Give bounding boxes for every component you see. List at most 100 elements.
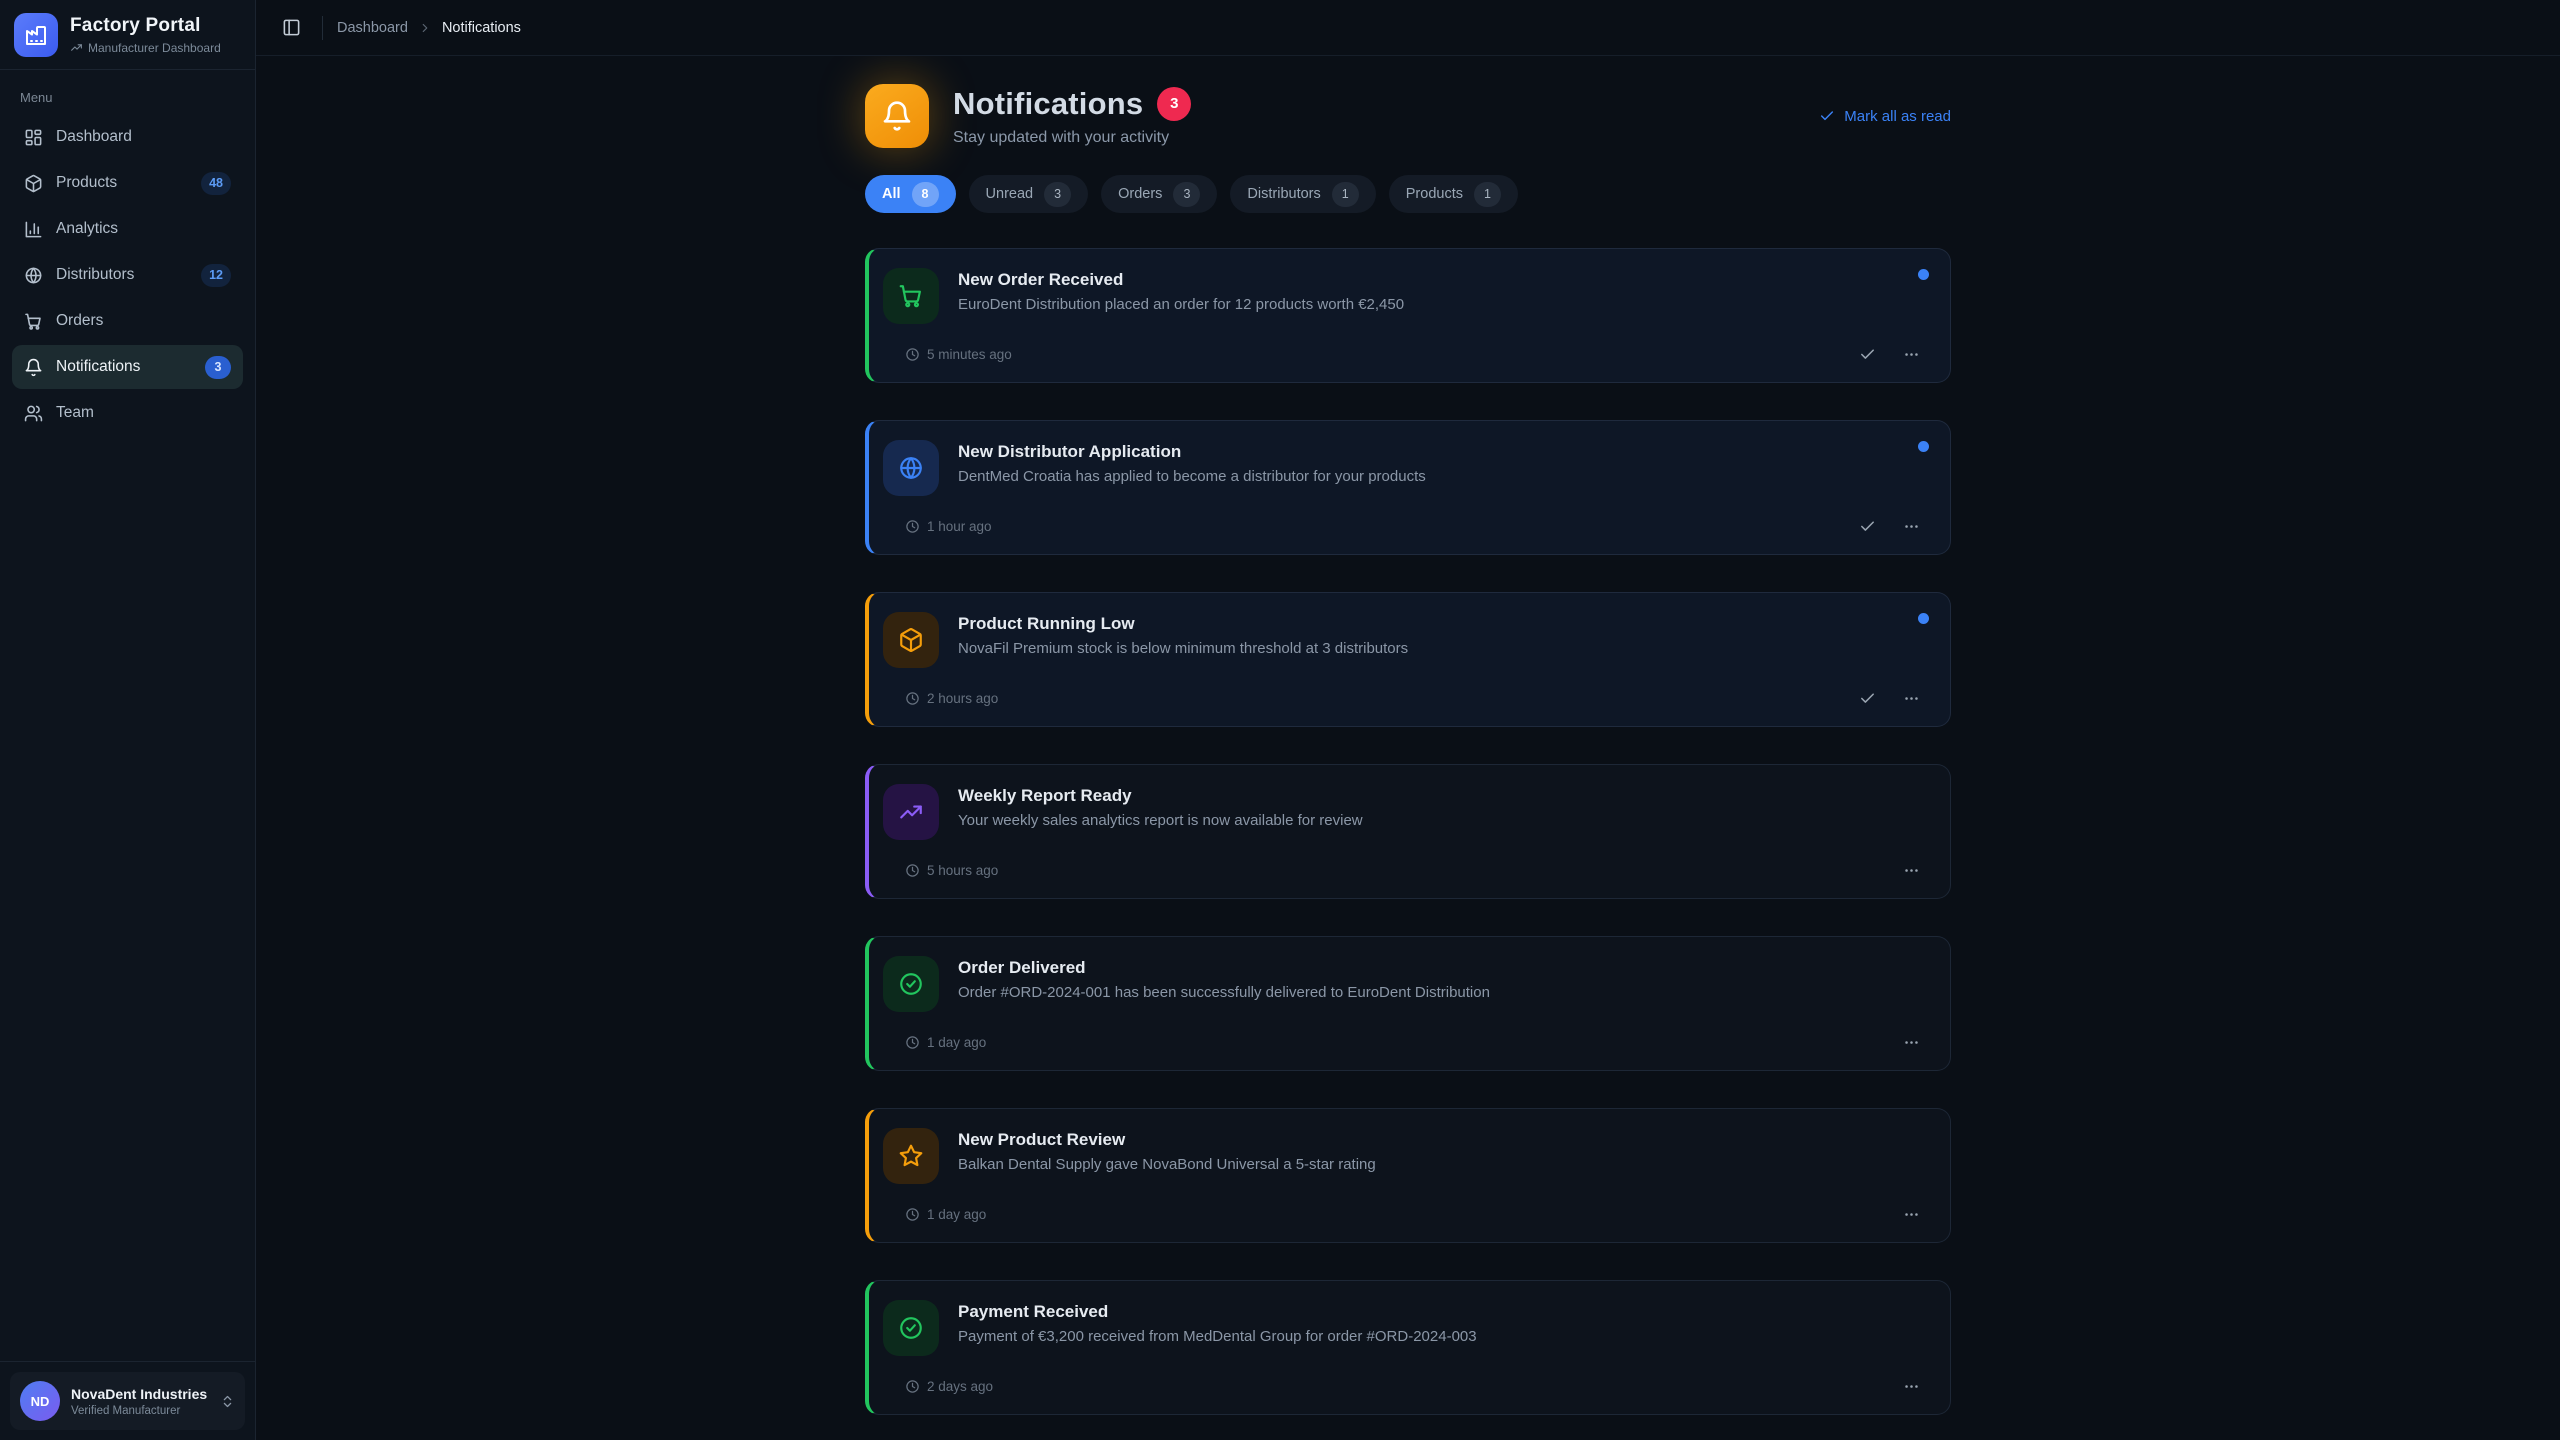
mark-all-read-button[interactable]: Mark all as read [1819,108,1951,125]
trend-icon [70,41,83,54]
unread-dot [1918,613,1929,624]
user-name: NovaDent Industries [71,1386,207,1402]
main-area: Dashboard Notifications Notifications 3 [256,0,2560,1440]
clock-icon [905,1035,920,1050]
notification-texts: New Distributor Application DentMed Croa… [958,440,1426,496]
team-icon [24,404,43,423]
sidebar-item-orders[interactable]: Orders [12,299,243,343]
notification-icon-tile [883,1128,939,1184]
more-options-button[interactable] [1896,513,1926,539]
clock-icon [905,519,920,534]
unread-count-badge: 3 [1157,87,1191,121]
sidebar-toggle-button[interactable] [274,11,308,45]
factory-logo-icon [14,13,58,57]
notification-texts: Product Running Low NovaFil Premium stoc… [958,612,1408,668]
notification-description: Order #ORD-2024-001 has been successfull… [958,984,1490,1001]
content-area: Notifications 3 Stay updated with your a… [256,56,2560,1440]
sidebar-item-label: Team [56,404,94,422]
notification-texts: New Product Review Balkan Dental Supply … [958,1128,1376,1184]
notification-timestamp: 1 hour ago [905,519,992,534]
sidebar-footer: ND NovaDent Industries Verified Manufact… [0,1361,255,1440]
menu-group-label: Menu [12,78,243,115]
sidebar-item-label: Dashboard [56,128,132,146]
filter-tab-unread[interactable]: Unread 3 [969,175,1089,213]
sidebar-item-badge: 3 [205,356,231,379]
filter-tab-label: Products [1406,186,1463,202]
notification-icon-tile [883,784,939,840]
page-title: Notifications [953,86,1143,122]
sidebar-item-label: Analytics [56,220,118,238]
notification-card[interactable]: New Product Review Balkan Dental Supply … [865,1108,1951,1243]
notification-actions [1852,685,1926,711]
notification-description: Balkan Dental Supply gave NovaBond Unive… [958,1156,1376,1173]
notification-title: Weekly Report Ready [958,784,1363,806]
notification-actions [1896,1373,1926,1399]
topbar: Dashboard Notifications [256,0,2560,56]
user-menu-button[interactable]: ND NovaDent Industries Verified Manufact… [10,1372,245,1430]
notification-timestamp: 2 days ago [905,1379,993,1394]
notification-card[interactable]: New Distributor Application DentMed Croa… [865,420,1951,555]
sidebar-item-dashboard[interactable]: Dashboard [12,115,243,159]
more-options-button[interactable] [1896,341,1926,367]
notification-timestamp: 1 day ago [905,1207,986,1222]
filter-tab-orders[interactable]: Orders 3 [1101,175,1217,213]
more-options-button[interactable] [1896,1373,1926,1399]
clock-icon [905,863,920,878]
notification-icon-tile [883,268,939,324]
clock-icon [905,347,920,362]
notification-card[interactable]: Weekly Report Ready Your weekly sales an… [865,764,1951,899]
ellipsis-icon [1903,862,1920,879]
chevron-right-icon [418,21,432,35]
notification-card[interactable]: Payment Received Payment of €3,200 recei… [865,1280,1951,1415]
sidebar-item-label: Products [56,174,117,192]
sidebar-item-label: Distributors [56,266,134,284]
notification-description: Payment of €3,200 received from MedDenta… [958,1328,1477,1345]
box-icon [24,174,43,193]
check-icon [1859,518,1876,535]
check-icon [1859,346,1876,363]
filter-tab-label: Orders [1118,186,1162,202]
sidebar-item-products[interactable]: Products 48 [12,161,243,205]
notification-description: EuroDent Distribution placed an order fo… [958,296,1404,313]
sidebar-item-notifications[interactable]: Notifications 3 [12,345,243,389]
clock-icon [905,1379,920,1394]
mark-read-button[interactable] [1852,685,1882,711]
filter-tab-products[interactable]: Products 1 [1389,175,1518,213]
notification-description: Your weekly sales analytics report is no… [958,812,1363,829]
trend-icon [898,799,924,825]
sidebar-item-analytics[interactable]: Analytics [12,207,243,251]
filter-tab-count: 1 [1474,182,1501,207]
mark-read-button[interactable] [1852,341,1882,367]
notification-card[interactable]: Order Delivered Order #ORD-2024-001 has … [865,936,1951,1071]
notification-timestamp: 1 day ago [905,1035,986,1050]
notification-actions [1896,1029,1926,1055]
mark-all-read-label: Mark all as read [1844,108,1951,125]
cart-icon [24,312,43,331]
mark-read-button[interactable] [1852,513,1882,539]
notification-description: NovaFil Premium stock is below minimum t… [958,640,1408,657]
notification-title: Payment Received [958,1300,1477,1322]
filter-tab-all[interactable]: All 8 [865,175,956,213]
notification-card[interactable]: Product Running Low NovaFil Premium stoc… [865,592,1951,727]
sidebar-item-team[interactable]: Team [12,391,243,435]
check-circle-icon [898,1315,924,1341]
sidebar-item-badge: 12 [201,264,231,287]
sidebar-items: Dashboard Products 48 Analytics Distribu… [12,115,243,435]
bell-icon [24,358,43,377]
notification-texts: Weekly Report Ready Your weekly sales an… [958,784,1363,840]
notification-description: DentMed Croatia has applied to become a … [958,468,1426,485]
notification-icon-tile [883,956,939,1012]
more-options-button[interactable] [1896,857,1926,883]
more-options-button[interactable] [1896,685,1926,711]
breadcrumb-dashboard-link[interactable]: Dashboard [337,20,408,36]
notification-texts: New Order Received EuroDent Distribution… [958,268,1404,324]
sidebar-item-label: Orders [56,312,103,330]
star-icon [898,1143,924,1169]
sidebar-item-distributors[interactable]: Distributors 12 [12,253,243,297]
more-options-button[interactable] [1896,1029,1926,1055]
sidebar-item-label: Notifications [56,358,140,376]
filter-tab-distributors[interactable]: Distributors 1 [1230,175,1375,213]
notification-texts: Payment Received Payment of €3,200 recei… [958,1300,1477,1356]
more-options-button[interactable] [1896,1201,1926,1227]
notification-card[interactable]: New Order Received EuroDent Distribution… [865,248,1951,383]
